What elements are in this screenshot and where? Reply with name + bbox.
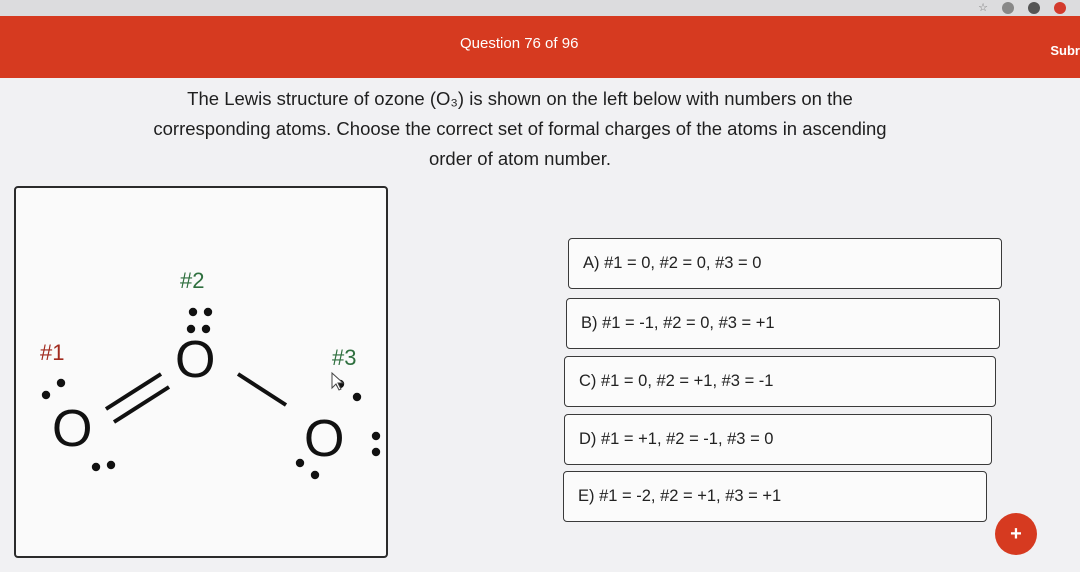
extension-icon[interactable] [1002,2,1014,14]
oxygen-atom-1: O [41,378,116,472]
submit-button[interactable]: Subr [1050,43,1080,58]
atom2-label: #2 [180,268,204,293]
choice-d-label: D) #1 = +1, #2 = -1, #3 = 0 [579,430,774,448]
atom3-label: #3 [332,345,356,370]
choice-b[interactable]: B) #1 = -1, #2 = 0, #3 = +1 [566,298,1000,349]
question-prompt: The Lewis structure of ozone (O₃) is sho… [153,88,887,169]
choice-e[interactable]: E) #1 = -2, #2 = +1, #3 = +1 [563,471,987,522]
add-button[interactable]: + [995,513,1037,555]
atom1-label: #1 [40,340,64,365]
choice-d[interactable]: D) #1 = +1, #2 = -1, #3 = 0 [564,414,992,465]
ozone-lewis-diagram: #1 #2 #3 O O O [40,268,381,480]
choice-e-label: E) #1 = -2, #2 = +1, #3 = +1 [578,487,782,505]
choice-b-label: B) #1 = -1, #2 = 0, #3 = +1 [581,314,775,332]
choice-c[interactable]: C) #1 = 0, #2 = +1, #3 = -1 [564,356,996,407]
profile-icon[interactable] [1054,2,1066,14]
browser-toolbar: ☆ [0,0,1080,16]
question-counter: Question 76 of 96 [460,35,579,52]
choice-a[interactable]: A) #1 = 0, #2 = 0, #3 = 0 [568,238,1002,289]
choice-c-label: C) #1 = 0, #2 = +1, #3 = -1 [579,372,774,390]
atom2-symbol: O [175,331,215,389]
choice-a-label: A) #1 = 0, #2 = 0, #3 = 0 [583,254,762,272]
oxygen-atom-2: O [175,307,215,389]
puzzle-icon[interactable] [1028,2,1040,14]
atom1-symbol: O [52,400,92,458]
oxygen-atom-3: O [295,379,381,480]
atom3-symbol: O [304,410,344,468]
star-icon[interactable]: ☆ [978,2,988,14]
lewis-structure-figure: #1 #2 #3 O O O [14,186,388,558]
